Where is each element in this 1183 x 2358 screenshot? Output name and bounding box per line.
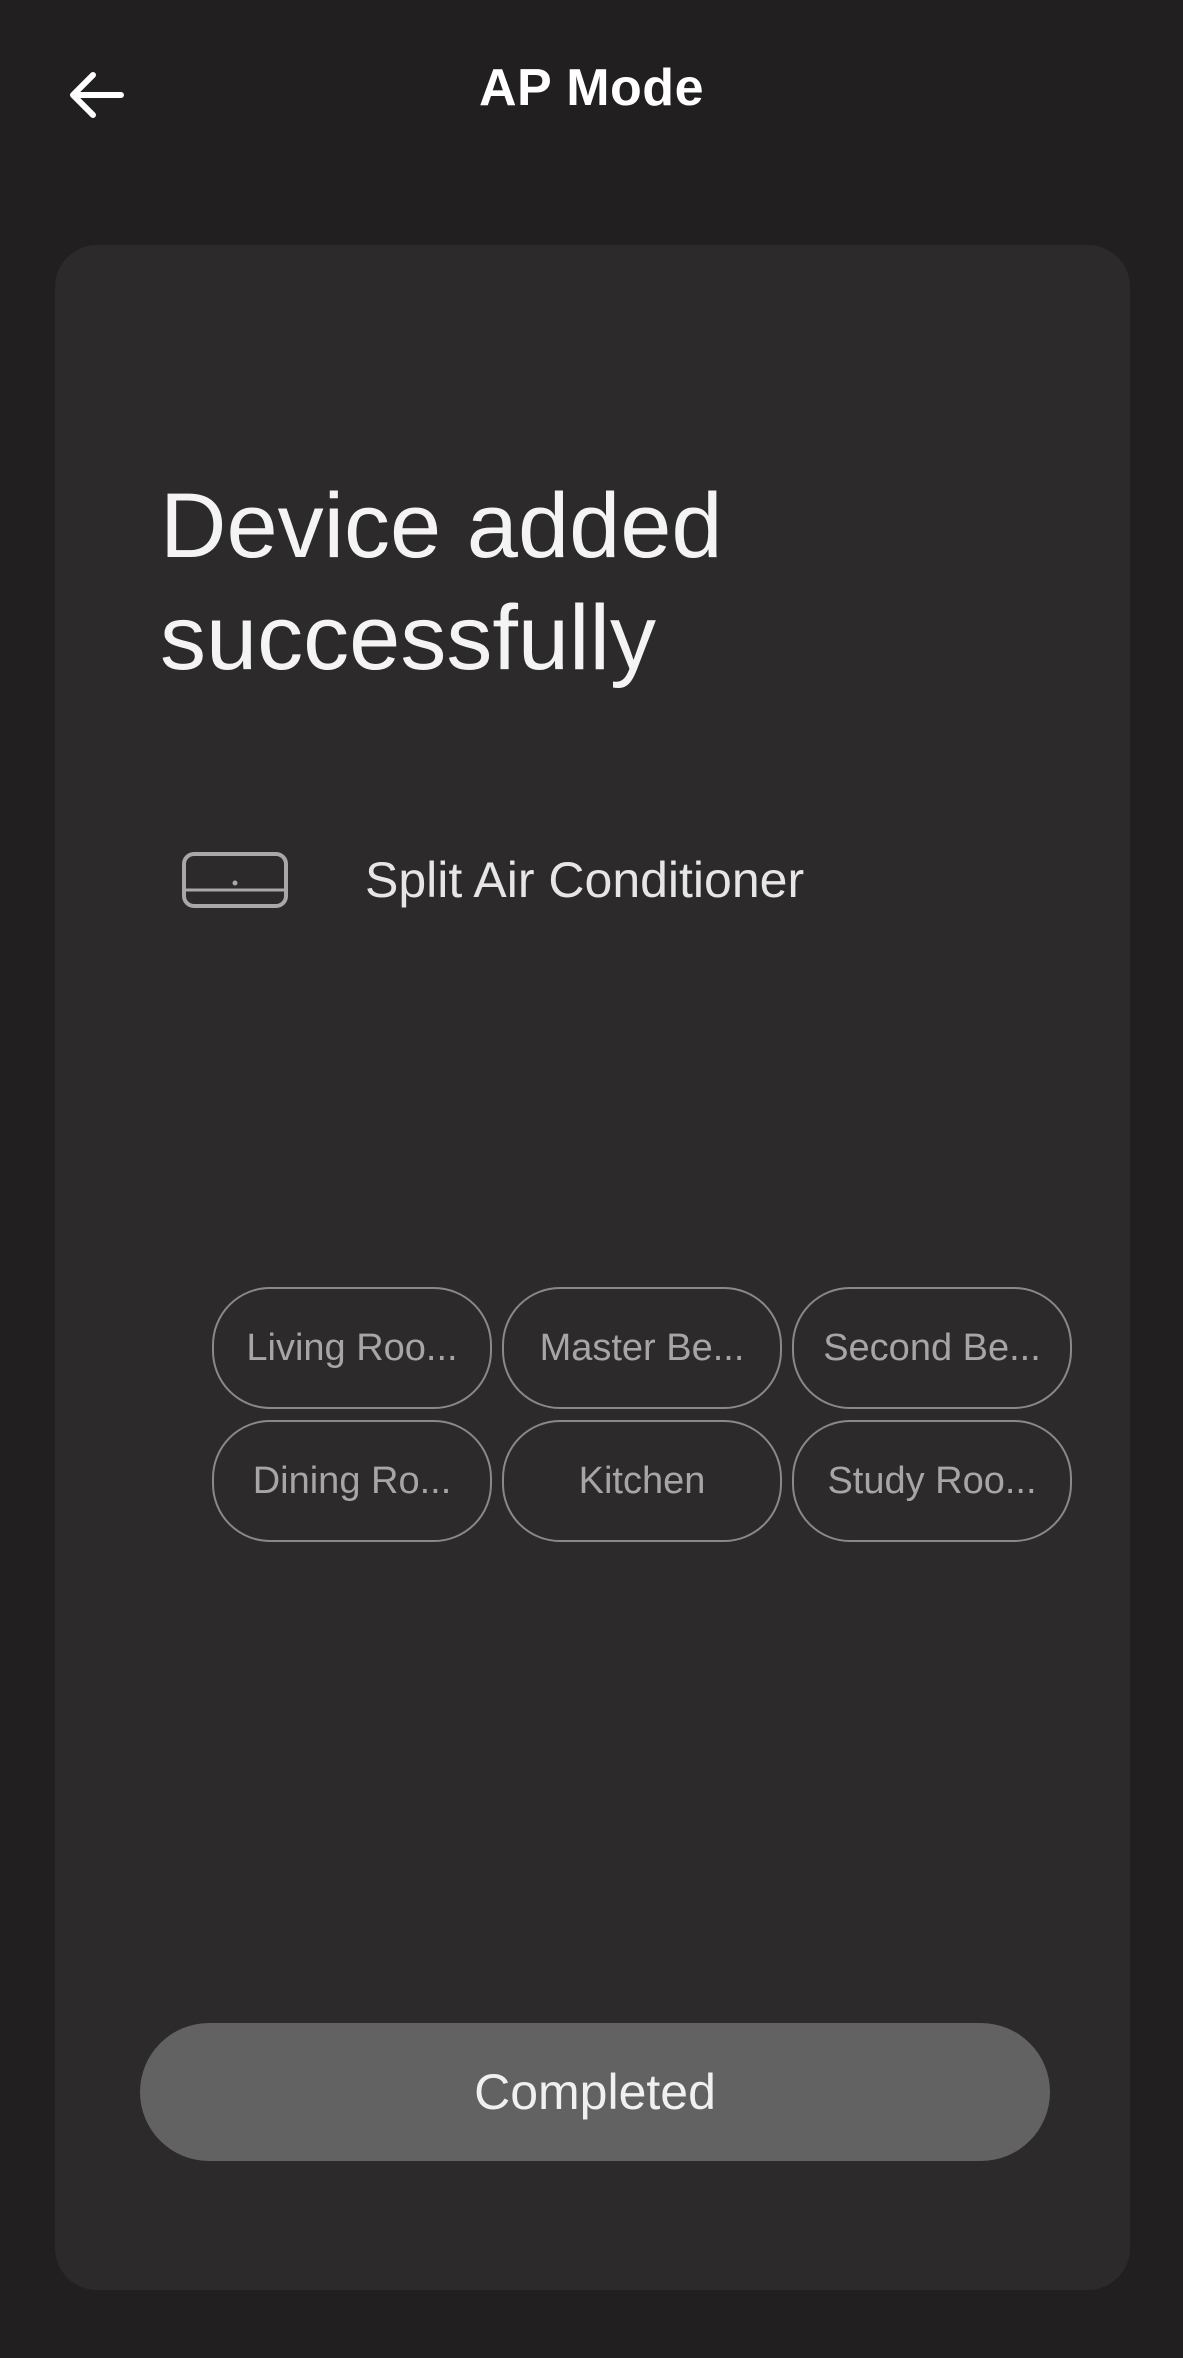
device-name: Split Air Conditioner: [365, 852, 805, 908]
room-chip-study-room[interactable]: Study Roo...: [792, 1420, 1072, 1542]
room-chip-living-room[interactable]: Living Roo...: [212, 1287, 492, 1409]
result-card: Device added successfully Split Air Cond…: [55, 245, 1130, 2290]
room-chip-dining-room[interactable]: Dining Ro...: [212, 1420, 492, 1542]
ap-mode-screen: AP Mode Device added successfully Split …: [0, 0, 1183, 2358]
room-chip-master-bedroom[interactable]: Master Be...: [502, 1287, 782, 1409]
split-air-conditioner-icon: [180, 850, 290, 910]
completed-button[interactable]: Completed: [140, 2023, 1050, 2161]
room-chip-kitchen[interactable]: Kitchen: [502, 1420, 782, 1542]
room-chip-second-bedroom[interactable]: Second Be...: [792, 1287, 1072, 1409]
device-row: Split Air Conditioner: [180, 825, 804, 935]
app-bar: AP Mode: [0, 0, 1183, 190]
success-headline: Device added successfully: [160, 475, 723, 689]
page-title: AP Mode: [478, 59, 704, 117]
